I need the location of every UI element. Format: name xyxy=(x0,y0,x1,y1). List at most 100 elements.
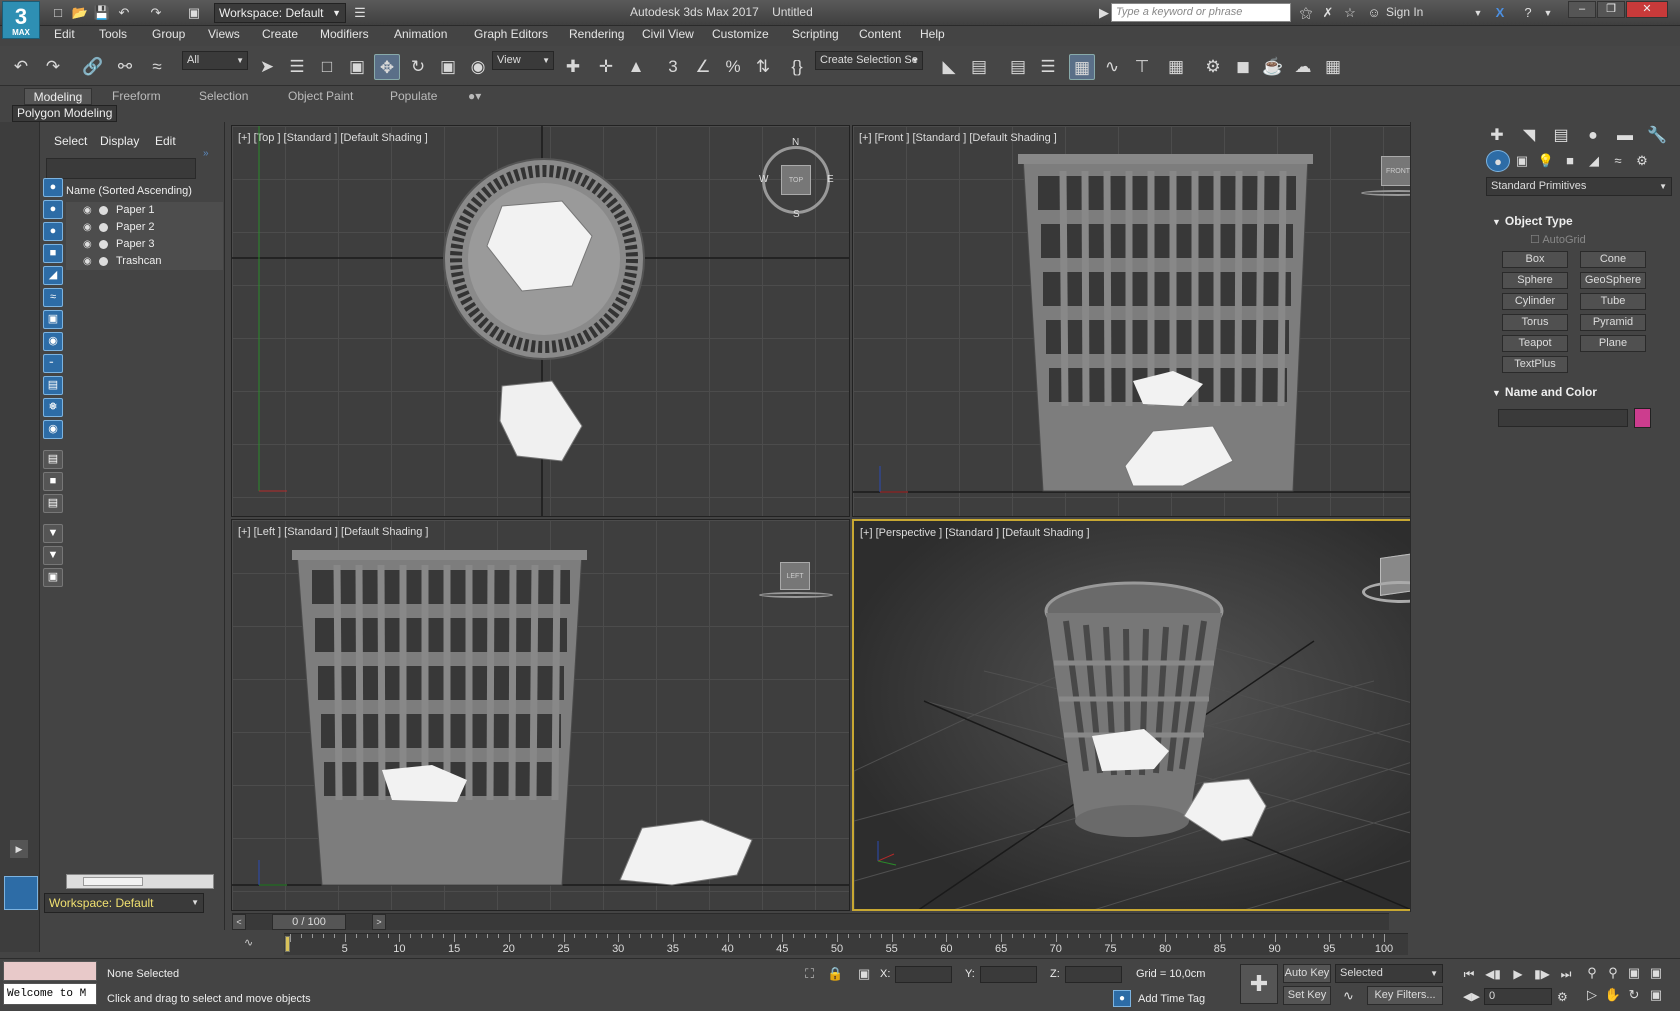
display-geometry-icon[interactable]: ● xyxy=(43,178,63,197)
renderable-dot-icon[interactable] xyxy=(99,223,108,232)
display-none-icon[interactable]: ▤ xyxy=(43,450,63,469)
subscription-icon[interactable]: ✗ xyxy=(1318,3,1338,23)
ribbon-tab-object-paint[interactable]: Object Paint xyxy=(282,88,359,105)
favorites-star-icon[interactable]: ☆ xyxy=(1340,3,1360,23)
mini-curve-editor-icon[interactable]: ∿ xyxy=(244,936,253,949)
window-crossing-icon[interactable]: ▣ xyxy=(344,54,370,80)
lights-category-icon[interactable]: 💡 xyxy=(1534,150,1558,172)
display-helpers-icon[interactable]: ◢ xyxy=(43,266,63,285)
plane-button[interactable]: Plane xyxy=(1580,335,1646,352)
visibility-eye-icon[interactable]: ◉ xyxy=(83,236,92,253)
explorer-item-paper-3[interactable]: ◉ Paper 3 xyxy=(66,236,223,253)
explorer-options-icon[interactable]: » xyxy=(203,148,209,159)
sign-in-link[interactable]: Sign In xyxy=(1386,5,1423,19)
absolute-mode-icon[interactable]: ▣ xyxy=(858,966,870,982)
undo-icon[interactable]: ↶ xyxy=(114,3,134,23)
named-selection-dropdown[interactable]: Create Selection Se ▼ xyxy=(815,51,923,70)
qat-menu-icon[interactable]: ☰ xyxy=(350,3,370,23)
primitive-category-dropdown[interactable]: Standard Primitives ▼ xyxy=(1486,177,1672,196)
add-time-tag[interactable]: Add Time Tag xyxy=(1138,993,1205,1005)
geometry-category-icon[interactable]: ● xyxy=(1486,150,1510,172)
display-groups-icon[interactable]: ▣ xyxy=(43,310,63,329)
explorer-item-trashcan[interactable]: ◉ Trashcan xyxy=(66,253,223,270)
project-folder-icon[interactable]: ▣ xyxy=(184,3,204,23)
viewport-front[interactable]: [+] [Front ] [Standard ] [Default Shadin… xyxy=(852,125,1475,517)
motion-panel-icon[interactable]: ● xyxy=(1580,124,1606,148)
display-shapes-icon[interactable]: ● xyxy=(43,200,63,219)
current-frame-field[interactable]: 0 xyxy=(1484,988,1552,1005)
object-type-rollout[interactable]: ▼ Object Type xyxy=(1486,212,1672,230)
pivot-center-icon[interactable]: ✚ xyxy=(560,54,586,80)
menu-group[interactable]: Group xyxy=(152,27,185,41)
maxscript-listener-mini[interactable] xyxy=(3,961,97,981)
geosphere-button[interactable]: GeoSphere xyxy=(1580,272,1646,289)
align-icon[interactable]: ▤ xyxy=(966,54,992,80)
visibility-eye-icon[interactable]: ◉ xyxy=(83,219,92,236)
redo-icon[interactable]: ↷ xyxy=(146,3,166,23)
time-tag-icon[interactable]: ● xyxy=(1113,990,1131,1007)
close-button[interactable]: ✕ xyxy=(1626,1,1668,18)
zoom-all-icon[interactable]: ⚲ xyxy=(1603,964,1623,982)
cylinder-button[interactable]: Cylinder xyxy=(1502,293,1568,310)
systems-category-icon[interactable]: ⚙ xyxy=(1630,150,1654,172)
z-coordinate-field[interactable] xyxy=(1065,966,1122,983)
menu-rendering[interactable]: Rendering xyxy=(569,27,624,41)
explorer-search-input[interactable] xyxy=(46,158,196,179)
hierarchy-panel-icon[interactable]: ▤ xyxy=(1548,124,1574,148)
helpers-category-icon[interactable]: ◢ xyxy=(1582,150,1606,172)
explorer-workspace-dropdown[interactable]: Workspace: Default ▼ xyxy=(44,893,204,913)
set-key-button[interactable]: Set Key xyxy=(1283,986,1331,1005)
maximize-viewport-icon[interactable]: ▣ xyxy=(1646,986,1666,1004)
viewcube-compass[interactable]: TOP N S W E xyxy=(759,137,834,220)
selection-filter-dropdown[interactable]: All ▼ xyxy=(182,51,248,70)
open-file-icon[interactable]: 📂 xyxy=(70,3,90,23)
select-object-icon[interactable]: ➤ xyxy=(254,54,280,80)
snaps-toggle-icon[interactable]: 3 xyxy=(660,54,686,80)
chevron-down-icon[interactable]: ▼ xyxy=(1538,3,1558,23)
object-color-swatch[interactable] xyxy=(1634,408,1651,428)
viewport-left[interactable]: [+] [Left ] [Standard ] [Default Shading… xyxy=(231,519,850,911)
explorer-tab-edit[interactable]: Edit xyxy=(155,134,176,148)
undo-icon[interactable]: ↶ xyxy=(8,54,34,80)
previous-frame-icon[interactable]: ◀▮ xyxy=(1484,966,1502,983)
menu-customize[interactable]: Customize xyxy=(712,27,769,41)
viewcube-left[interactable]: LEFT xyxy=(780,562,810,590)
exchange-icon[interactable]: X xyxy=(1490,3,1510,23)
zoom-extents-icon[interactable]: ▣ xyxy=(1624,964,1644,982)
explorer-horizontal-scrollbar[interactable] xyxy=(66,874,214,889)
display-invert-icon[interactable]: ▤ xyxy=(43,494,63,513)
menu-scripting[interactable]: Scripting xyxy=(792,27,839,41)
create-panel-icon[interactable]: ✚ xyxy=(1484,124,1510,148)
explorer-column-header[interactable]: Name (Sorted Ascending) xyxy=(66,183,223,200)
go-to-end-icon[interactable]: ⏭ xyxy=(1557,966,1575,983)
ribbon-tab-selection[interactable]: Selection xyxy=(193,88,254,105)
link-icon[interactable]: 🔗 xyxy=(80,54,106,80)
display-space-warps-icon[interactable]: ≈ xyxy=(43,288,63,307)
maxscript-listener-input[interactable]: Welcome to M xyxy=(3,983,97,1005)
textplus-button[interactable]: TextPlus xyxy=(1502,356,1568,373)
binoculars-icon[interactable]: ⚝ xyxy=(1296,3,1316,23)
a360-gallery-icon[interactable]: ▦ xyxy=(1320,54,1346,80)
go-to-start-icon[interactable]: ⏮ xyxy=(1460,966,1478,983)
expand-arrow-icon[interactable]: ▶ xyxy=(10,840,28,858)
zoom-extents-all-icon[interactable]: ▣ xyxy=(1646,964,1666,982)
angle-snap-icon[interactable]: ∠ xyxy=(690,54,716,80)
rendered-frame-window-icon[interactable]: ◼ xyxy=(1230,54,1256,80)
zoom-icon[interactable]: ⚲ xyxy=(1582,964,1602,982)
layer-explorer-icon[interactable]: ▤ xyxy=(1005,54,1031,80)
menu-edit[interactable]: Edit xyxy=(54,27,75,41)
explorer-item-paper-1[interactable]: ◉ Paper 1 xyxy=(66,202,223,219)
renderable-dot-icon[interactable] xyxy=(99,206,108,215)
select-and-move-icon[interactable]: ✥ xyxy=(374,54,400,80)
restore-button[interactable]: ❐ xyxy=(1597,1,1625,18)
menu-animation[interactable]: Animation xyxy=(394,27,447,41)
edit-named-selection-icon[interactable]: {} xyxy=(784,54,810,80)
time-slider-frame[interactable]: 0 / 100 xyxy=(272,914,346,930)
scrollbar-thumb[interactable] xyxy=(83,877,143,886)
display-object-xrefs-icon[interactable]: ◉ xyxy=(43,332,63,351)
teapot-button[interactable]: Teapot xyxy=(1502,335,1568,352)
cone-button[interactable]: Cone xyxy=(1580,251,1646,268)
viewcube-ring[interactable] xyxy=(759,592,833,598)
display-frozen-icon[interactable]: ◉ xyxy=(43,420,63,439)
modify-panel-icon[interactable]: ◥ xyxy=(1516,124,1542,148)
